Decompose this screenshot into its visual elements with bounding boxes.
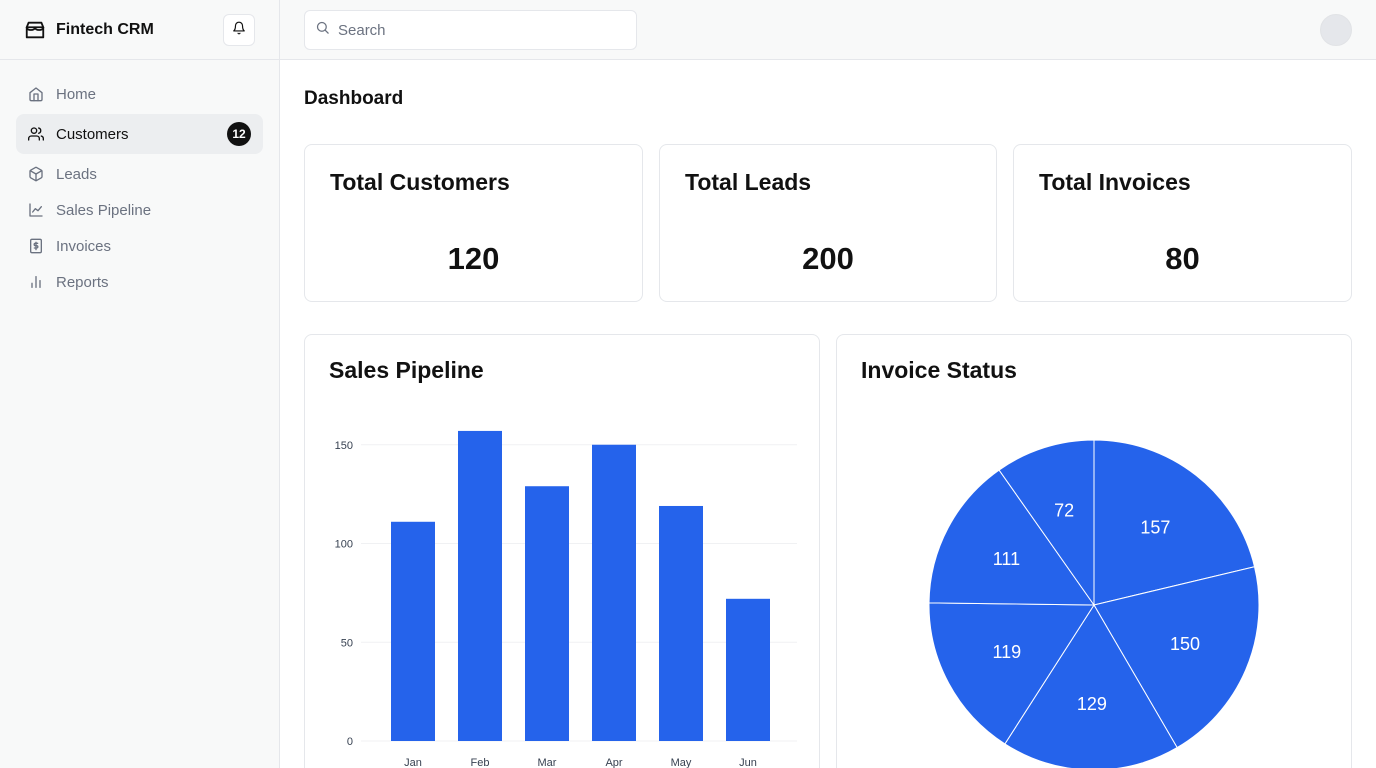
bar[interactable] [391,521,435,741]
y-tick-label: 50 [341,637,353,649]
main-content: Dashboard Total Customers 120 Total Lead… [280,60,1376,768]
page-title: Dashboard [304,88,404,109]
package-icon [28,166,44,182]
sidebar-item-customers[interactable]: Customers 12 [16,114,263,154]
sidebar-item-invoices[interactable]: Invoices [16,228,263,264]
invoice-status-panel: Invoice Status 157 150 129 119 111 72 [836,334,1352,768]
store-icon [24,19,46,41]
x-tick-label: Apr [605,757,622,768]
sidebar-item-label: Invoices [56,237,112,255]
customers-count-badge: 12 [227,122,251,146]
pie-slice-label: 111 [993,549,1020,569]
sidebar-item-home[interactable]: Home [16,76,263,112]
search-box[interactable] [304,10,637,50]
app-name: Fintech CRM [56,20,154,38]
sales-pipeline-chart: 0 50 100 150 Jan Feb Mar Apr May Jun [335,430,797,768]
sidebar-item-leads[interactable]: Leads [16,156,263,192]
user-avatar[interactable] [1320,14,1352,46]
stat-title: Total Invoices [1039,169,1191,195]
sidebar-item-reports[interactable]: Reports [16,264,263,300]
y-tick-label: 100 [335,539,353,551]
bar[interactable] [592,444,636,741]
sidebar-nav: Home Customers 12 Leads Sales Pipeline I… [0,60,279,316]
home-icon [28,86,44,102]
y-tick-label: 0 [347,736,353,748]
stat-value: 200 [802,241,854,276]
brand-header: Fintech CRM [0,0,279,60]
bar-chart-icon [28,274,44,290]
sidebar-item-label: Home [56,85,97,103]
bar[interactable] [659,505,703,741]
sidebar-item-label: Reports [56,273,109,291]
x-tick-label: Jun [739,757,757,768]
sidebar-item-label: Leads [56,165,97,183]
bar[interactable] [458,430,502,741]
search-input[interactable] [338,21,618,39]
bar[interactable] [726,598,770,741]
stat-title: Total Customers [330,169,510,195]
search-icon [315,20,330,40]
topbar [280,0,1376,60]
x-tick-label: Jan [404,757,422,768]
stat-title: Total Leads [685,169,812,195]
sidebar-item-sales-pipeline[interactable]: Sales Pipeline [16,192,263,228]
sales-pipeline-panel: Sales Pipeline 0 50 100 150 Jan Feb Mar Apr May J… [304,334,820,768]
x-tick-label: Feb [471,757,490,768]
sidebar-item-label: Sales Pipeline [56,201,152,219]
sidebar-item-label: Customers [56,125,129,143]
pie-slice-label: 72 [1054,501,1074,521]
stat-card-leads: Total Leads 200 [659,144,997,302]
invoice-icon [28,238,44,254]
invoice-status-chart: 157 150 129 119 111 72 [928,439,1260,768]
pie-slice-label: 119 [992,642,1021,662]
pie-slice-label: 150 [1170,634,1200,654]
pie-slice-label: 129 [1077,694,1107,714]
stat-card-invoices: Total Invoices 80 [1013,144,1352,302]
line-chart-icon [28,202,44,218]
bell-icon [232,21,246,40]
users-icon [28,126,44,142]
x-tick-label: May [671,757,692,768]
sidebar: Fintech CRM Home Customers 12 Leads Sale… [0,0,280,768]
notifications-button[interactable] [223,14,255,46]
y-tick-label: 150 [335,440,353,452]
stat-value: 120 [447,241,500,276]
pie-slice-label: 157 [1140,517,1170,537]
stat-value: 80 [1165,241,1200,276]
x-tick-label: Mar [538,757,557,768]
bar[interactable] [525,486,569,741]
stat-card-customers: Total Customers 120 [304,144,643,302]
